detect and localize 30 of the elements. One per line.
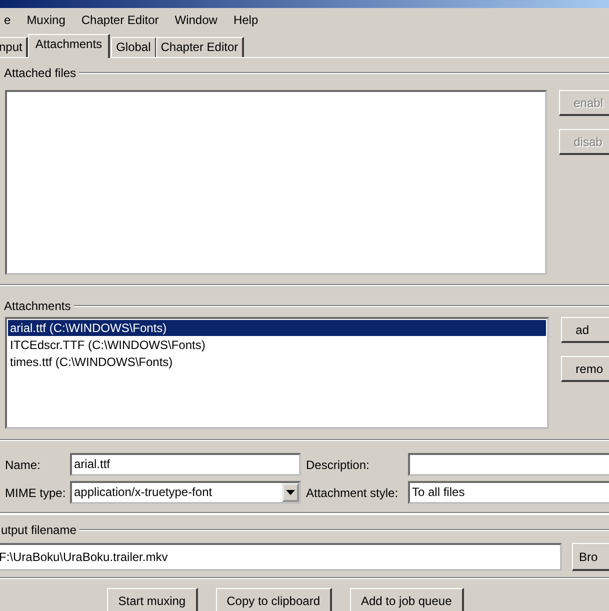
output-filename-field[interactable]: F:\UraBoku\UraBoku.trailer.mkv [0, 543, 562, 571]
browse-button[interactable]: Bro [572, 543, 609, 571]
side-button[interactable]: ad [560, 317, 609, 343]
group-label: Attached files [4, 66, 76, 80]
action-button[interactable]: Copy to clipboard [216, 588, 332, 611]
tab[interactable]: Chapter Editor [156, 37, 244, 57]
action-button[interactable]: Add to job queue [350, 588, 464, 611]
field-label: Attachment style: [305, 486, 400, 500]
attachment-style-dropdown[interactable]: To all files [408, 481, 609, 504]
name-field[interactable]: arial.ttf [70, 453, 301, 476]
tab[interactable]: Attachments [28, 34, 110, 58]
attachment-item[interactable]: ITCEdscr.TTF (C:\WINDOWS\Fonts) [8, 337, 546, 353]
menu-item[interactable]: Muxing [18, 11, 74, 29]
description-field[interactable] [408, 453, 609, 476]
tab[interactable]: nput [0, 37, 28, 57]
field-label: MIME type: [4, 486, 67, 500]
group-label: Attachments [4, 299, 71, 313]
attachment-item[interactable]: times.ttf (C:\WINDOWS\Fonts) [8, 354, 546, 370]
menu-item[interactable]: Help [225, 11, 266, 29]
attachment-item[interactable]: arial.ttf (C:\WINDOWS\Fonts) [8, 320, 546, 336]
menu-item[interactable]: Chapter Editor [73, 11, 167, 29]
group-label: utput filename [1, 523, 76, 537]
menu-item[interactable]: Window [166, 11, 226, 29]
field-label: Description: [305, 458, 370, 472]
field-label: Name: [4, 458, 42, 472]
side-button[interactable]: remo [560, 356, 609, 382]
mime-type-dropdown[interactable]: application/x-truetype-font [70, 481, 301, 504]
action-button[interactable]: Start muxing [107, 588, 198, 611]
tab[interactable]: Global [111, 37, 157, 57]
menu-item[interactable]: e [0, 11, 19, 29]
